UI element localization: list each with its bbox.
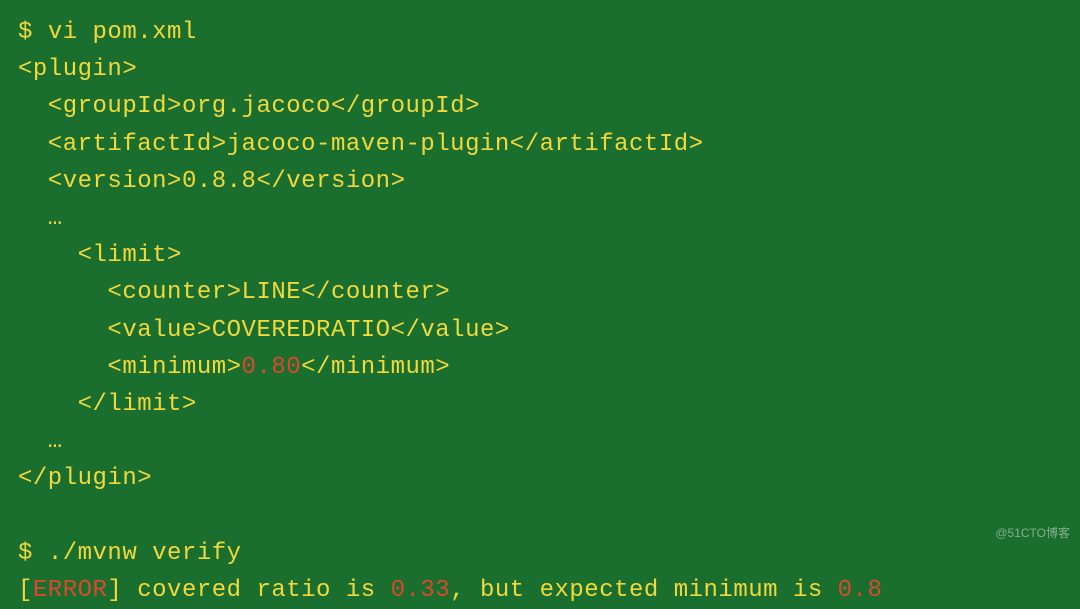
groupid-close: </groupId> — [331, 93, 480, 120]
minimum-value: 0.80 — [242, 354, 302, 381]
xml-artifactid-line: <artifactId>jacoco-maven-plugin</artifac… — [18, 126, 1062, 163]
error-output-line: [ERROR] covered ratio is 0.33, but expec… — [18, 572, 1062, 609]
prompt-symbol: $ — [18, 19, 33, 46]
xml-plugin-open: <plugin> — [18, 51, 1062, 88]
ellipsis-line: … — [18, 200, 1062, 237]
xml-value-line: <value>COVEREDRATIO</value> — [18, 312, 1062, 349]
value-value: COVEREDRATIO — [212, 317, 391, 344]
error-label: ERROR — [33, 577, 108, 604]
artifactid-value: jacoco-maven-plugin — [227, 131, 510, 158]
counter-value: LINE — [242, 279, 302, 306]
terminal-output: $ vi pom.xml <plugin> <groupId>org.jacoc… — [18, 14, 1062, 609]
version-open: <version> — [18, 168, 182, 195]
artifactid-open: <artifactId> — [18, 131, 227, 158]
bracket-close: ] — [107, 577, 122, 604]
groupid-value: org.jacoco — [182, 93, 331, 120]
error-msg-part2: , but expected minimum is — [450, 577, 837, 604]
prompt-symbol: $ — [18, 540, 33, 567]
groupid-open: <groupId> — [18, 93, 182, 120]
minimum-open: <minimum> — [18, 354, 242, 381]
counter-open: <counter> — [18, 279, 242, 306]
xml-groupid-line: <groupId>org.jacoco</groupId> — [18, 88, 1062, 125]
min-ratio: 0.8 — [838, 577, 883, 604]
xml-version-line: <version>0.8.8</version> — [18, 163, 1062, 200]
minimum-close: </minimum> — [301, 354, 450, 381]
counter-close: </counter> — [301, 279, 450, 306]
blank-line — [18, 497, 1062, 534]
bracket-open: [ — [18, 577, 33, 604]
watermark-text: @51CTO博客 — [995, 524, 1070, 543]
shell-command: ./mvnw verify — [48, 540, 242, 567]
artifactid-close: </artifactId> — [510, 131, 704, 158]
shell-command-line: $ vi pom.xml — [18, 14, 1062, 51]
shell-command-line: $ ./mvnw verify — [18, 535, 1062, 572]
version-value: 0.8.8 — [182, 168, 257, 195]
actual-ratio: 0.33 — [391, 577, 451, 604]
xml-minimum-line: <minimum>0.80</minimum> — [18, 349, 1062, 386]
version-close: </version> — [256, 168, 405, 195]
shell-command: vi pom.xml — [48, 19, 197, 46]
xml-limit-open: <limit> — [18, 237, 1062, 274]
ellipsis-line: … — [18, 423, 1062, 460]
error-msg-part1: covered ratio is — [122, 577, 390, 604]
xml-counter-line: <counter>LINE</counter> — [18, 274, 1062, 311]
value-open: <value> — [18, 317, 212, 344]
xml-limit-close: </limit> — [18, 386, 1062, 423]
xml-plugin-close: </plugin> — [18, 460, 1062, 497]
value-close: </value> — [391, 317, 510, 344]
